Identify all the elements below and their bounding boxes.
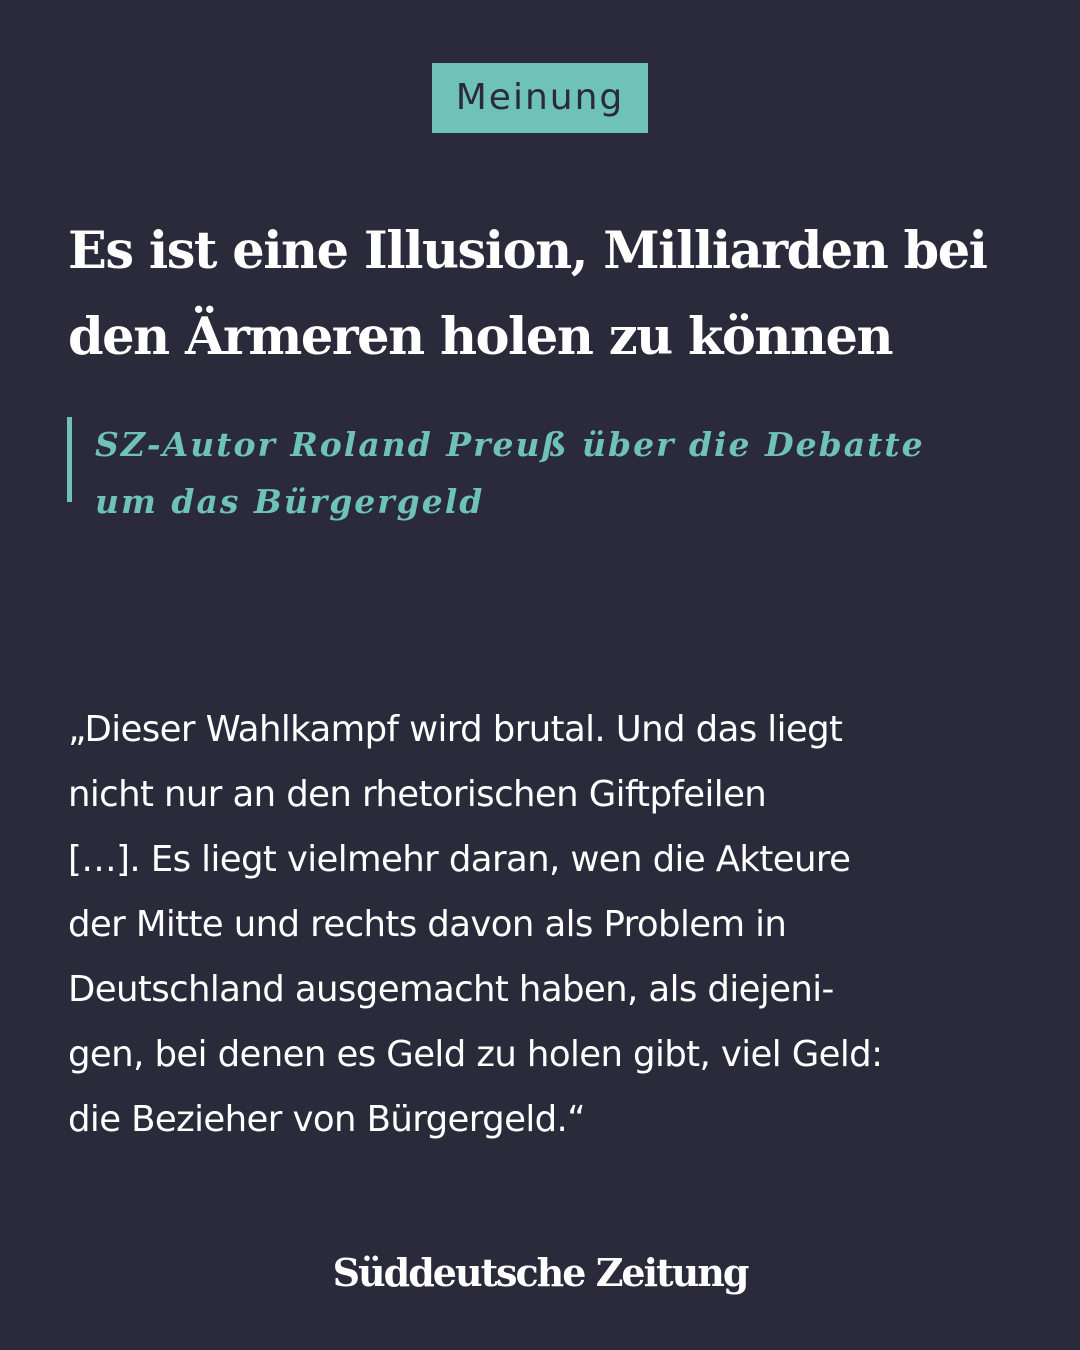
- headline: Es ist eine Illusion, Milliarden bei den…: [68, 221, 988, 367]
- social-card: Meinung Es ist eine Illusion, Milliarden…: [0, 0, 1080, 1350]
- author-subline: SZ-Autor Roland Preuß über die Debatte u…: [95, 425, 925, 521]
- quote-text: „Dieser Wahlkampf wird brutal. Und das l…: [68, 709, 883, 1140]
- category-badge: Meinung: [432, 63, 648, 133]
- brand-logo: Süddeutsche Zeitung: [332, 1250, 750, 1295]
- subline-block: SZ-Autor Roland Preuß über die Debatte u…: [67, 417, 967, 531]
